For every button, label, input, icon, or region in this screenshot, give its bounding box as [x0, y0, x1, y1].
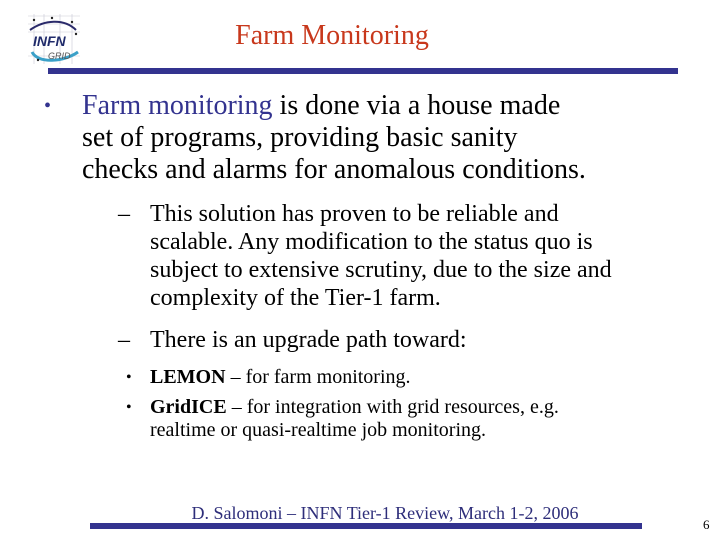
sub-bullet-line: complexity of the Tier-1 farm.	[150, 285, 441, 311]
bullet-marker: •	[44, 95, 52, 117]
title-divider	[48, 68, 678, 74]
highlight-term: Farm monitoring	[82, 90, 273, 121]
sub-bullet-line: This solution has proven to be reliable …	[150, 201, 559, 227]
sub-sub-bullet-line: GridICE – for integration with grid reso…	[150, 396, 559, 418]
sub-sub-bullet-line: realtime or quasi-realtime job monitorin…	[150, 419, 487, 441]
bullet-line: checks and alarms for anomalous conditio…	[82, 154, 586, 185]
bullet-line: set of programs, providing basic sanity	[82, 122, 518, 153]
bullet-level1: • Farm monitoring is done via a house ma…	[44, 90, 682, 186]
sub-bullet-line: subject to extensive scrutiny, due to th…	[150, 257, 612, 283]
sub-bullet-line: scalable. Any modification to the status…	[150, 229, 593, 255]
bullet-marker: •	[126, 369, 132, 386]
sub-sub-bullet: • GridICE – for integration with grid re…	[126, 396, 670, 442]
dash-marker: –	[118, 201, 130, 227]
slide-title: Farm Monitoring	[235, 20, 429, 51]
dash-marker: –	[118, 327, 130, 353]
slide-footer: D. Salomoni – INFN Tier-1 Review, March …	[191, 503, 579, 523]
bullet-marker: •	[126, 399, 132, 416]
bold-term: GridICE	[150, 396, 227, 418]
sub-bullet: – This solution has proven to be reliabl…	[118, 200, 670, 312]
bullet-line: Farm monitoring is done via a house made	[82, 90, 561, 121]
sub-bullet-line: There is an upgrade path toward:	[150, 327, 467, 353]
sub-bullet: – There is an upgrade path toward:	[118, 326, 670, 354]
sub-sub-bullet-line: LEMON – for farm monitoring.	[150, 366, 411, 388]
bold-term: LEMON	[150, 366, 226, 388]
sub-sub-bullet: • LEMON – for farm monitoring.	[126, 366, 670, 389]
page-number: 6	[703, 517, 710, 532]
footer-divider	[90, 523, 642, 529]
